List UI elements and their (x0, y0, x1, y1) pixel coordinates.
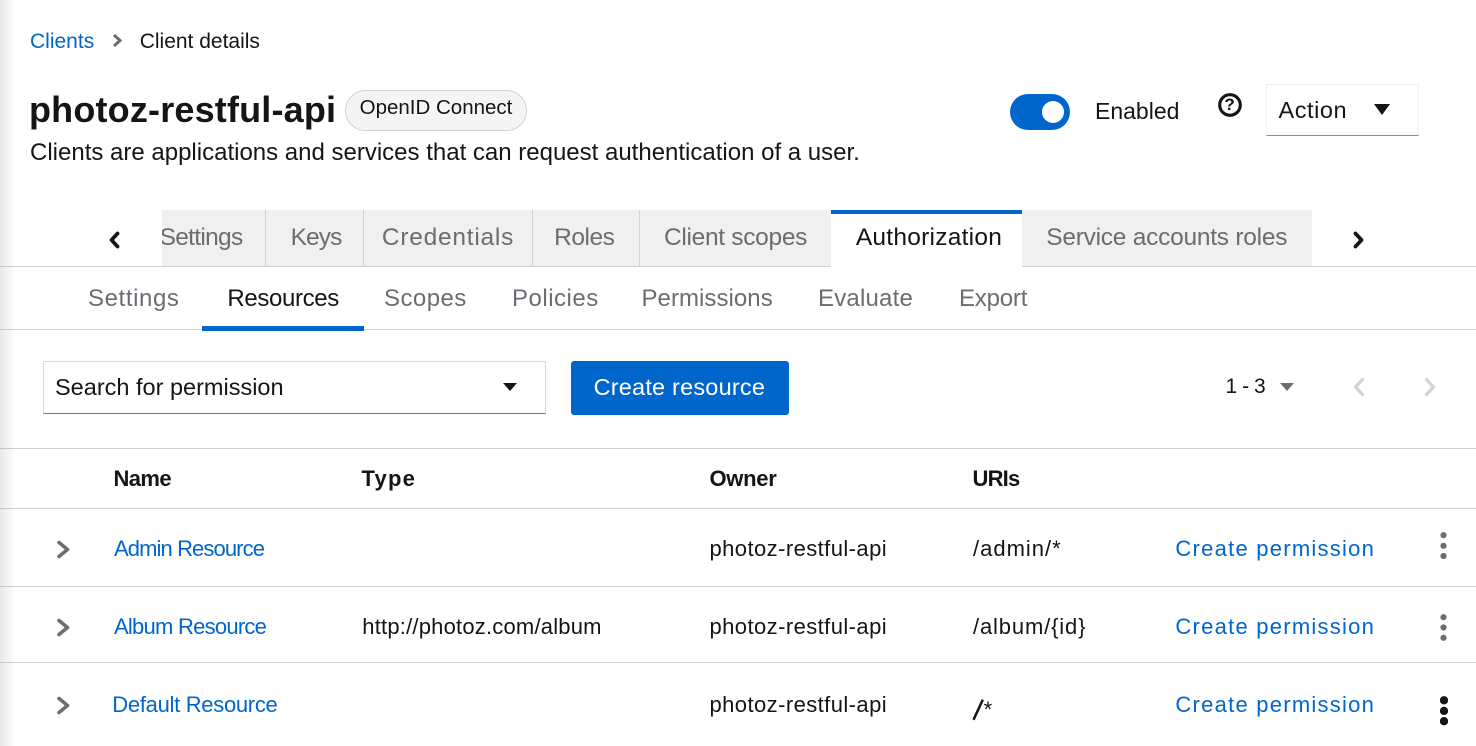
svg-text:*: * (984, 697, 993, 722)
